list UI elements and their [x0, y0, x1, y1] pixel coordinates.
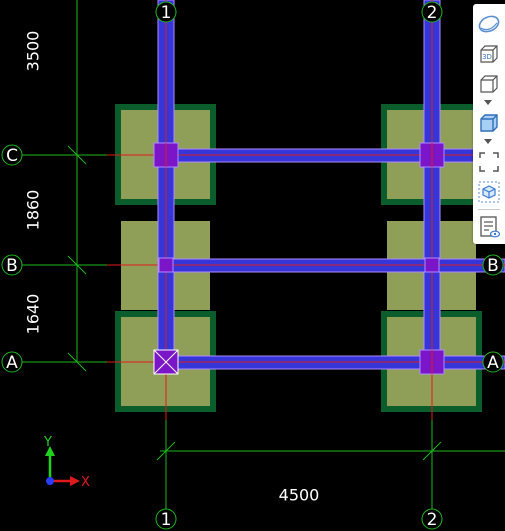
svg-text:3D: 3D: [482, 53, 492, 61]
column-b1[interactable]: [158, 257, 174, 273]
view-cube-icon: [480, 75, 498, 93]
zoom-extents-button[interactable]: [476, 149, 502, 175]
axis-label-2-top: 2: [427, 3, 438, 23]
view-cube-button[interactable]: [476, 71, 502, 97]
cad-drawing-canvas[interactable]: 1 2 1 2 C B A B A 3500 1860 1640 4500 Y …: [0, 0, 505, 531]
view-mode-button[interactable]: [476, 179, 502, 205]
view-mode-icon: [478, 181, 500, 203]
display-mode-button[interactable]: [476, 110, 502, 136]
ucs-x-label: X: [81, 475, 90, 490]
view-cube-dropdown-caret[interactable]: [483, 100, 493, 106]
display-cube-icon: [480, 114, 498, 132]
axis-label-1-bottom: 1: [161, 510, 172, 530]
orbit-icon: [478, 15, 500, 33]
dimension-1640: 1640: [24, 294, 43, 335]
axis-label-b-right: B: [487, 256, 499, 276]
axis-label-b-left: B: [6, 256, 18, 276]
view-3d-icon: 3D: [480, 45, 498, 63]
axis-label-a-right: A: [487, 353, 499, 373]
column-b2[interactable]: [424, 257, 440, 273]
orbit-button[interactable]: [476, 11, 502, 37]
properties-panel-button[interactable]: [476, 214, 502, 240]
axis-label-c-left: C: [6, 146, 18, 166]
toolbar-separator: [478, 209, 500, 210]
axis-label-1-top: 1: [161, 3, 172, 23]
ucs-origin: [46, 477, 54, 485]
properties-panel-icon: [480, 216, 501, 238]
dimension-4500: 4500: [279, 486, 320, 505]
axis-label-a-left: A: [6, 353, 18, 373]
dimension-3500: 3500: [24, 31, 43, 72]
dimension-1860: 1860: [24, 190, 43, 231]
display-mode-dropdown-caret[interactable]: [483, 139, 493, 145]
view-3d-button[interactable]: 3D: [476, 41, 502, 67]
zoom-extents-icon: [479, 152, 499, 172]
view-toolbar: 3D: [473, 4, 505, 244]
ucs-y-label: Y: [43, 435, 52, 450]
axis-label-2-bottom: 2: [427, 510, 438, 530]
